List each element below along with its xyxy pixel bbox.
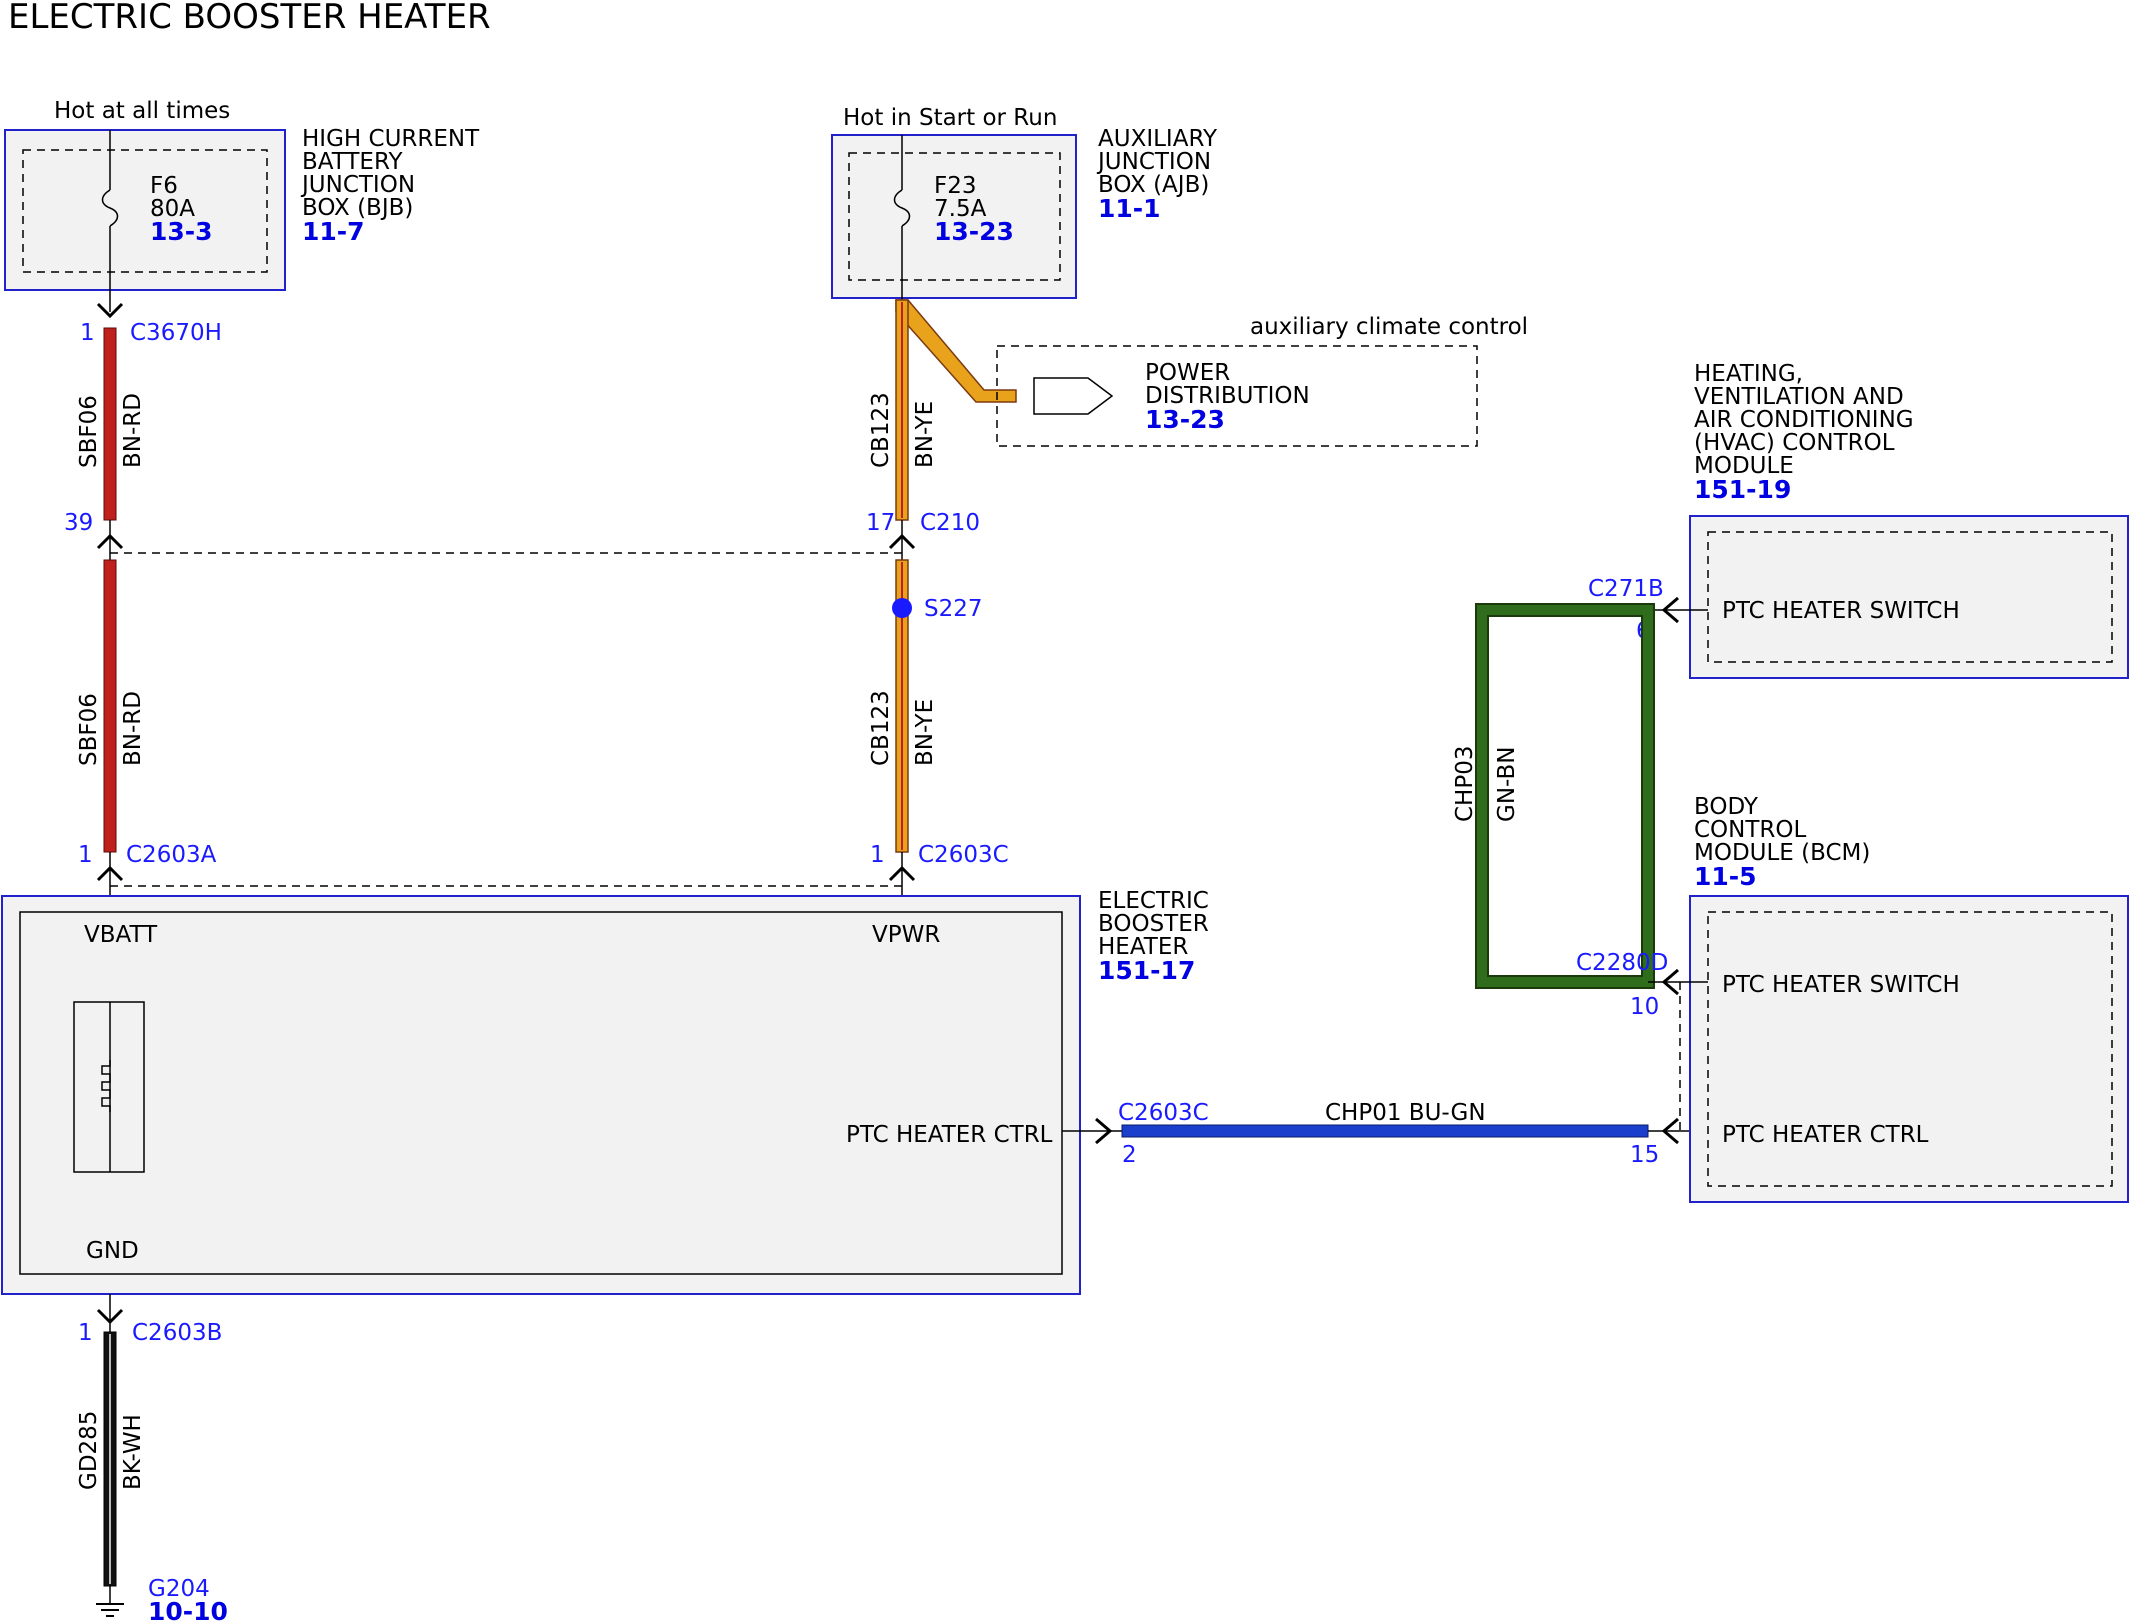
wire-chp03-circuit: CHP03 xyxy=(1452,746,1478,823)
c2603a-pin: 1 xyxy=(78,842,93,868)
c2603c-top-label[interactable]: C2603C xyxy=(918,842,1009,868)
power-distribution-arrow-icon xyxy=(1033,377,1114,415)
ground-g204-ref[interactable]: 10-10 xyxy=(148,1597,228,1623)
wiring-diagram: ELECTRIC BOOSTER HEATER Hot at all times… xyxy=(1,0,2129,1623)
bjb-hot-label: Hot at all times xyxy=(54,98,230,124)
bjb-outer-box xyxy=(4,129,286,291)
bcm-outer-box xyxy=(1689,895,2129,1203)
heater-module: ELECTRIC BOOSTER HEATER 151-17 VBATT VPW… xyxy=(1,888,1209,1295)
wire-chp01[interactable] xyxy=(1121,1124,1649,1138)
c3670h-label[interactable]: C3670H xyxy=(130,320,222,346)
hvac-ref[interactable]: 151-19 xyxy=(1694,475,1791,504)
wire-cb123-lower-color: BN-YE xyxy=(912,699,938,766)
wire-sbf06-lower-circuit: SBF06 xyxy=(76,693,102,766)
splice-s227[interactable] xyxy=(892,598,912,618)
wire-sbf06-upper-circuit: SBF06 xyxy=(76,395,102,468)
heater-vpwr-label: VPWR xyxy=(872,922,940,948)
wire-gd285-color: BK-WH xyxy=(120,1414,146,1490)
heater-ctrl-label: PTC HEATER CTRL xyxy=(846,1122,1053,1148)
wire-gd285-circuit: GD285 xyxy=(76,1411,102,1490)
bcm-ptc-ctrl-label: PTC HEATER CTRL xyxy=(1722,1122,1929,1148)
wire-sbf06-lower[interactable] xyxy=(103,559,117,853)
power-distribution-ref[interactable]: 13-23 xyxy=(1145,405,1225,434)
bjb-module: Hot at all times HIGH CURRENT BATTERY JU… xyxy=(4,98,480,291)
wire-cb123-upper-circuit: CB123 xyxy=(868,392,894,468)
wire-sbf06-upper-color: BN-RD xyxy=(120,393,146,468)
c271b-label[interactable]: C271B xyxy=(1588,576,1664,602)
c210-label[interactable]: C210 xyxy=(920,510,980,536)
diagram-title: ELECTRIC BOOSTER HEATER xyxy=(8,0,491,37)
c2603b-pin: 1 xyxy=(78,1320,93,1346)
wire-sbf06-upper[interactable] xyxy=(103,327,117,521)
bcm-ref[interactable]: 11-5 xyxy=(1694,862,1757,891)
heater-gnd-label: GND xyxy=(86,1238,139,1264)
bcm-switch-pin: 10 xyxy=(1630,994,1659,1020)
c2603a-label[interactable]: C2603A xyxy=(126,842,217,868)
c2603c-ctrl-pin: 2 xyxy=(1122,1142,1137,1168)
wire-sbf06-lower-color: BN-RD xyxy=(120,691,146,766)
heater-vbatt-label: VBATT xyxy=(84,922,158,948)
c210-pin-right: 17 xyxy=(866,510,895,536)
wire-chp01-label: CHP01 BU-GN xyxy=(1325,1100,1486,1126)
ajb-ref[interactable]: 11-1 xyxy=(1098,194,1161,223)
ajb-module: Hot in Start or Run AUXILIARY JUNCTION B… xyxy=(831,105,1218,299)
aux-climate-label: auxiliary climate control xyxy=(1250,314,1528,340)
heater-inner-box xyxy=(19,911,1063,1275)
hvac-outer-box xyxy=(1689,515,2129,679)
wire-chp03-color: GN-BN xyxy=(1494,747,1520,823)
heater-ref[interactable]: 151-17 xyxy=(1098,956,1195,985)
wire-cb123-branch[interactable] xyxy=(895,299,1017,403)
bcm-ptc-switch-label: PTC HEATER SWITCH xyxy=(1722,972,1960,998)
bjb-ref[interactable]: 11-7 xyxy=(302,217,365,246)
fuse-f6-ref[interactable]: 13-3 xyxy=(150,217,213,246)
c3670h-pin: 1 xyxy=(80,320,95,346)
wire-cb123-lower-circuit: CB123 xyxy=(868,690,894,766)
aux-climate-module: auxiliary climate control POWER DISTRIBU… xyxy=(996,314,1528,447)
wire-cb123-upper-color: BN-YE xyxy=(912,401,938,468)
splice-s227-label[interactable]: S227 xyxy=(924,596,983,622)
bcm-ctrl-pin: 15 xyxy=(1630,1142,1659,1168)
c2603c-top-pin: 1 xyxy=(870,842,885,868)
ajb-hot-label: Hot in Start or Run xyxy=(843,105,1057,131)
c2280d-label[interactable]: C2280D xyxy=(1576,950,1668,976)
bcm-module: BODY CONTROL MODULE (BCM) 11-5 PTC HEATE… xyxy=(1689,794,2129,1203)
fuse-f23-ref[interactable]: 13-23 xyxy=(934,217,1014,246)
hvac-ptc-switch-label: PTC HEATER SWITCH xyxy=(1722,598,1960,624)
c2603c-ctrl-label[interactable]: C2603C xyxy=(1118,1100,1209,1126)
c210-pin-left: 39 xyxy=(64,510,93,536)
c2603b-label[interactable]: C2603B xyxy=(132,1320,222,1346)
hvac-module: HEATING, VENTILATION AND AIR CONDITIONIN… xyxy=(1689,361,2129,679)
